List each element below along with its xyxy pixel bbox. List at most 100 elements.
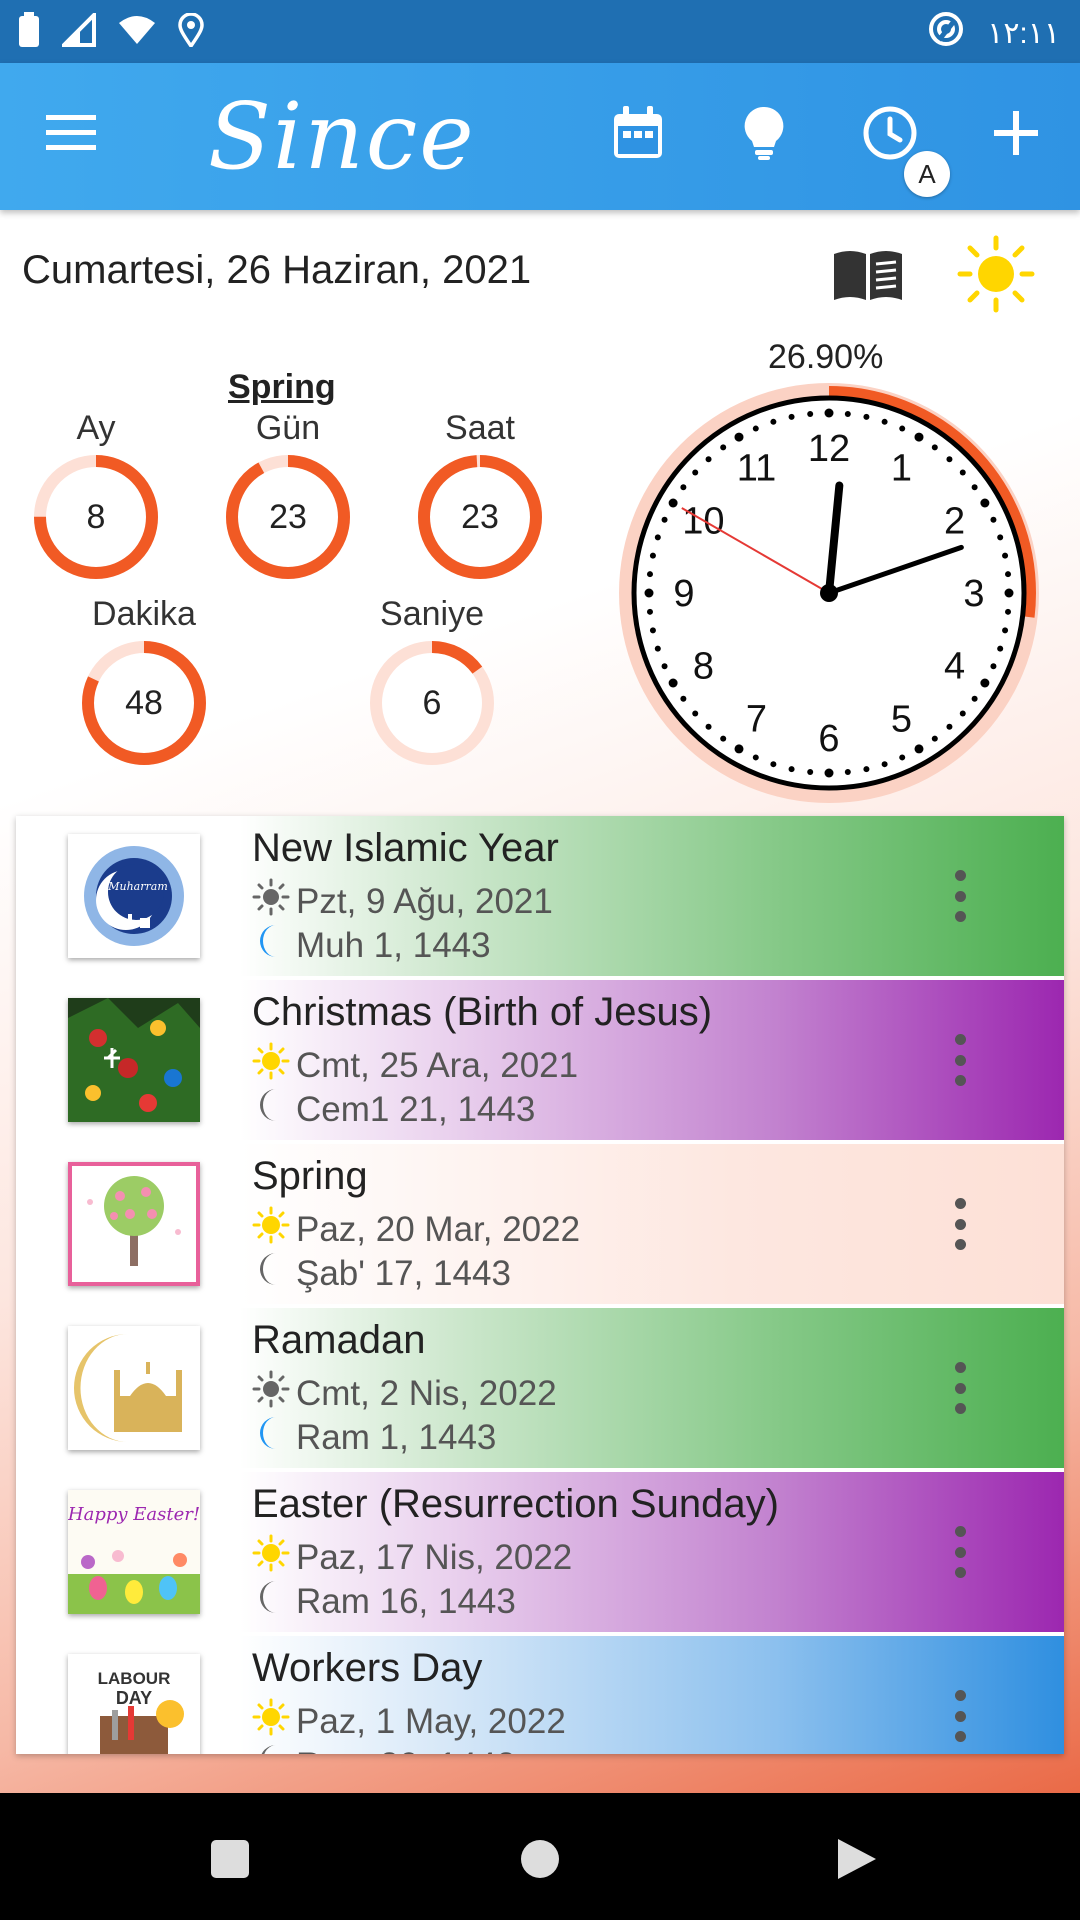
minute-tick — [646, 608, 653, 615]
minute-tick — [734, 432, 744, 442]
minute-tick — [914, 744, 924, 754]
counter-value: 8 — [86, 498, 106, 536]
sync-icon — [927, 10, 965, 56]
event-item-new-islamic-year[interactable]: Muharram New Islamic Year Pzt, 9 Ağu, 20… — [16, 816, 1064, 976]
counter-gun: Gün 23 — [218, 406, 358, 584]
day-percent: 26.90% — [768, 338, 884, 376]
home-button[interactable] — [510, 1831, 570, 1891]
event-item-workers-day[interactable]: LABOURDAY Workers Day Paz, 1 May, 2022 R… — [16, 1636, 1064, 1754]
more-options-button[interactable] — [940, 1520, 980, 1584]
solar-date-text: Cmt, 2 Nis, 2022 — [296, 1373, 557, 1413]
minute-tick — [1005, 608, 1012, 615]
sun-small-icon — [252, 1698, 290, 1745]
progress-ring: 23 — [413, 450, 547, 584]
theme-button[interactable] — [956, 234, 1036, 319]
minute-tick — [649, 552, 656, 559]
solar-date-text: Paz, 20 Mar, 2022 — [296, 1209, 581, 1249]
event-solar-date: Pzt, 9 Ağu, 2021 — [252, 878, 553, 925]
event-solar-date: Paz, 17 Nis, 2022 — [252, 1534, 572, 1581]
minute-tick — [946, 456, 953, 463]
more-options-button[interactable] — [940, 864, 980, 928]
sun-small-icon — [252, 1206, 290, 1253]
battery-icon — [18, 12, 40, 53]
clock-number: 5 — [891, 699, 912, 741]
minute-tick — [1005, 571, 1012, 578]
event-solar-date: Paz, 20 Mar, 2022 — [252, 1206, 580, 1253]
happy-easter-image: Happy Easter! — [68, 1490, 200, 1614]
current-date: Cumartesi, 26 Haziran, 2021 — [22, 248, 532, 292]
spring-tree-image — [68, 1162, 200, 1286]
event-title: Easter (Resurrection Sunday) — [252, 1482, 779, 1526]
event-solar-date: Paz, 1 May, 2022 — [252, 1698, 566, 1745]
sun-small-icon — [252, 1534, 290, 1581]
solar-date-text: Cmt, 25 Ara, 2021 — [296, 1045, 579, 1085]
event-item-easter[interactable]: Happy Easter! Easter (Resurrection Sunda… — [16, 1472, 1064, 1632]
christmas-tree-image — [68, 998, 200, 1122]
clock-number: 12 — [808, 428, 850, 470]
more-options-button[interactable] — [940, 1192, 980, 1256]
progress-ring: 23 — [221, 450, 355, 584]
minute-tick — [824, 408, 834, 418]
minute-tick — [770, 761, 777, 768]
counter-value: 6 — [422, 684, 442, 722]
clock-number: 7 — [746, 699, 767, 741]
minute-tick — [705, 723, 712, 730]
minute-tick — [959, 710, 966, 717]
minute-tick — [646, 571, 653, 578]
ramadan-crescent-image — [68, 1326, 200, 1450]
counter-ay: Ay 8 — [26, 406, 166, 584]
minute-tick — [959, 469, 966, 476]
app-logo: Since — [208, 83, 476, 190]
minute-tick — [752, 754, 759, 761]
tips-button[interactable] — [724, 95, 804, 175]
progress-ring: 8 — [29, 450, 163, 584]
event-list[interactable]: Muharram New Islamic Year Pzt, 9 Ağu, 20… — [16, 816, 1064, 1754]
lunar-date-text: Muh 1, 1443 — [296, 925, 491, 965]
event-lunar-date: Şab' 17, 1443 — [252, 1250, 511, 1297]
minute-tick — [770, 418, 777, 425]
open-book-icon — [832, 251, 904, 306]
minute-tick — [661, 663, 668, 670]
minute-tick — [1002, 627, 1009, 634]
minute-tick — [946, 723, 953, 730]
solar-date-text: Pzt, 9 Ağu, 2021 — [296, 881, 553, 921]
minute-tick — [990, 663, 997, 670]
event-item-spring[interactable]: Spring Paz, 20 Mar, 2022 Şab' 17, 1443 — [16, 1144, 1064, 1304]
counter-dakika: Dakika 48 — [74, 592, 214, 770]
muharram-image: Muharram — [68, 834, 200, 958]
minute-tick — [692, 710, 699, 717]
counter-value: 23 — [461, 498, 499, 536]
clock-number: 3 — [963, 573, 984, 615]
progress-ring: 6 — [365, 636, 499, 770]
minute-tick — [980, 498, 990, 508]
main-content: Cumartesi, 26 Haziran, 2021 Spring Ay 8 … — [0, 210, 1080, 1793]
play-triangle-icon — [834, 1837, 878, 1886]
minute-tick — [1002, 552, 1009, 559]
more-options-button[interactable] — [940, 1684, 980, 1748]
more-options-button[interactable] — [940, 1028, 980, 1092]
minute-tick — [980, 678, 990, 688]
event-item-christmas[interactable]: Christmas (Birth of Jesus) Cmt, 25 Ara, … — [16, 980, 1064, 1140]
book-button[interactable] — [832, 246, 904, 307]
more-options-button[interactable] — [940, 1356, 980, 1420]
clock-number: 6 — [818, 718, 839, 760]
counter-label: Gün — [255, 409, 321, 447]
minute-tick — [990, 516, 997, 523]
calendar-button[interactable] — [598, 95, 678, 175]
clock-number: 4 — [944, 646, 965, 688]
sun-small-icon — [252, 1370, 290, 1417]
recents-button[interactable] — [200, 1831, 260, 1891]
clock-mode-badge: A — [904, 151, 950, 197]
event-item-ramadan[interactable]: Ramadan Cmt, 2 Nis, 2022 Ram 1, 1443 — [16, 1308, 1064, 1468]
clock-number: 11 — [737, 447, 776, 489]
counter-saat: Saat 23 — [410, 406, 550, 584]
circle-icon — [519, 1838, 561, 1885]
minute-tick — [692, 469, 699, 476]
minute-tick — [997, 534, 1004, 541]
minute-tick — [807, 410, 814, 417]
square-icon — [209, 1838, 251, 1885]
minute-tick — [881, 761, 888, 768]
menu-button[interactable] — [32, 95, 112, 175]
add-button[interactable] — [976, 95, 1056, 175]
back-button[interactable] — [826, 1831, 886, 1891]
